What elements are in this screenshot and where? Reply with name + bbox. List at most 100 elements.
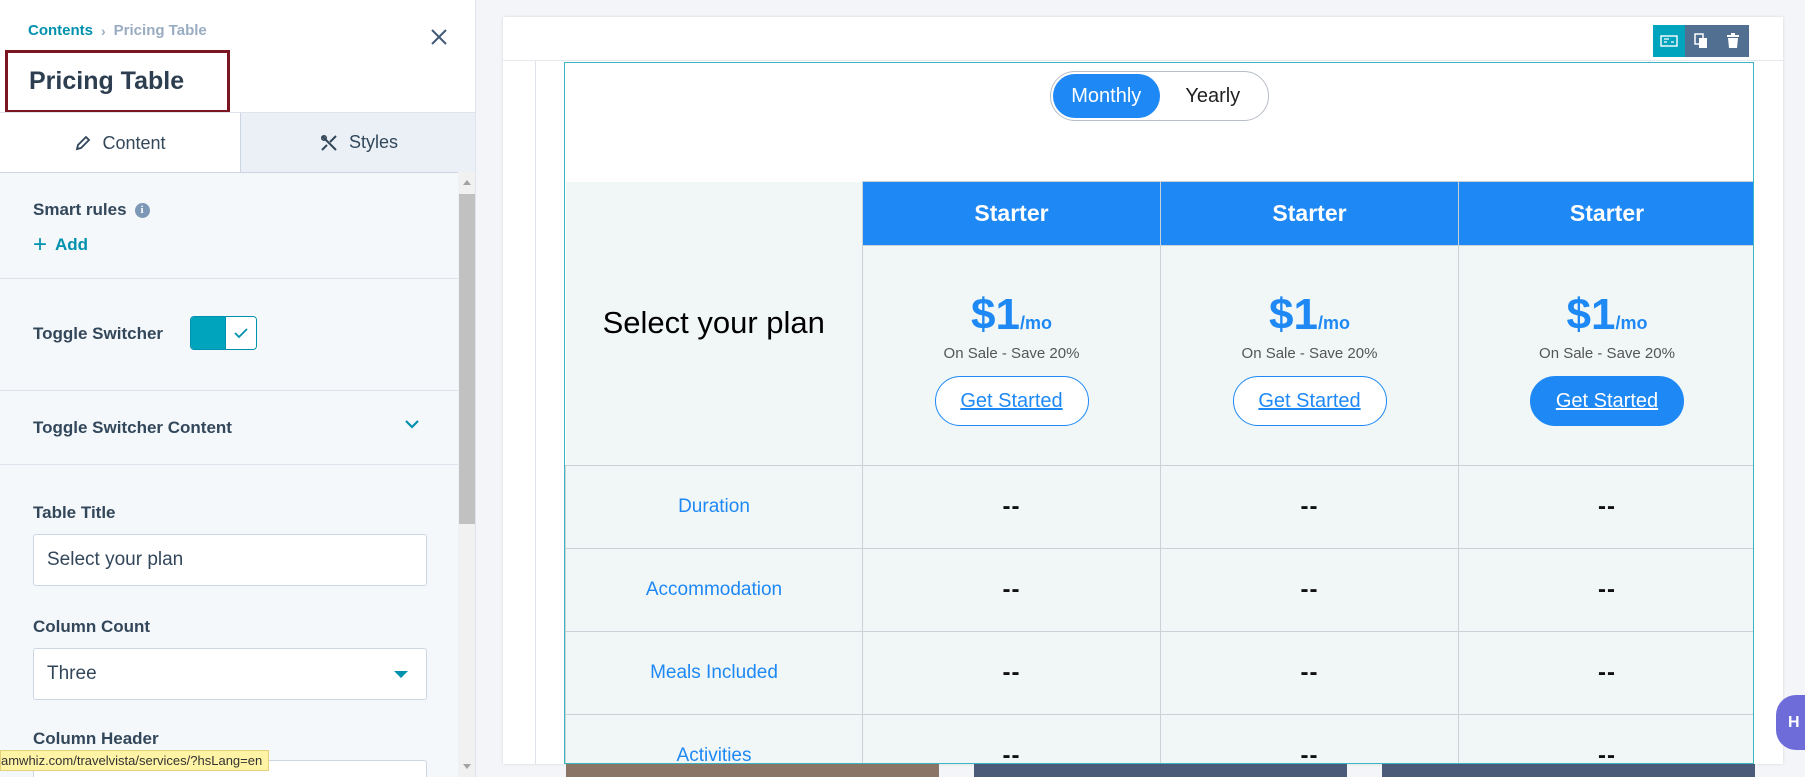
feature-name-cell: Activities <box>565 714 863 764</box>
toggle-track <box>191 317 225 349</box>
preview-top-section <box>503 17 1783 61</box>
feature-row: Accommodation -- -- -- <box>565 548 1753 632</box>
feature-name-cell: Duration <box>565 465 863 549</box>
feature-row: Duration -- -- -- <box>565 465 1753 549</box>
feature-name: Meals Included <box>650 662 778 683</box>
plan-sale-text: On Sale - Save 20% <box>1241 345 1378 362</box>
panel-title: Pricing Table <box>29 67 185 95</box>
image-strip <box>566 764 939 777</box>
tab-content[interactable]: Content <box>0 113 240 173</box>
styles-icon <box>320 134 337 151</box>
checkmark-icon <box>234 328 248 339</box>
feature-value: -- <box>1598 493 1616 520</box>
feature-value-cell: -- <box>862 631 1161 715</box>
column-count-value: Three <box>47 663 97 684</box>
panel-tabs: Content Styles <box>0 112 475 173</box>
panel-scrollbar[interactable] <box>458 172 475 777</box>
add-smart-rule-label: Add <box>55 235 89 254</box>
smart-rules-heading: Smart rules i <box>33 200 150 220</box>
feature-name-cell: Meals Included <box>565 631 863 715</box>
feature-value: -- <box>1598 742 1616 764</box>
toggle-knob <box>225 317 256 349</box>
toggle-switcher-content-section[interactable]: Toggle Switcher Content <box>0 391 458 465</box>
module-editor-panel: Contents › Pricing Table Pricing Table C… <box>0 0 476 777</box>
get-started-button[interactable]: Get Started <box>1530 376 1684 426</box>
plan-header: Starter <box>1160 181 1459 246</box>
feature-value: -- <box>1002 742 1021 764</box>
breadcrumb-contents-link[interactable]: Contents <box>28 22 93 39</box>
get-started-button[interactable]: Get Started <box>934 376 1089 426</box>
image-strip <box>974 764 1347 777</box>
tab-styles[interactable]: Styles <box>240 113 475 173</box>
panel-title-highlight: Pricing Table <box>5 50 230 113</box>
feature-value-cell: -- <box>1160 714 1459 764</box>
feature-value-cell: -- <box>1458 548 1753 632</box>
tab-styles-label: Styles <box>348 132 399 152</box>
toggle-switcher-toggle[interactable] <box>190 316 257 350</box>
table-title-input[interactable] <box>33 534 427 586</box>
breadcrumb-current: Pricing Table <box>113 22 207 39</box>
scroll-down-icon[interactable] <box>463 764 471 769</box>
caret-down-icon <box>394 671 408 678</box>
yearly-option[interactable]: Yearly <box>1160 74 1267 118</box>
feature-name-cell: Accommodation <box>565 548 863 632</box>
module-settings-icon <box>1660 35 1678 47</box>
column-count-select[interactable]: Three <box>33 648 427 700</box>
billing-period-switch[interactable]: Monthly Yearly <box>1050 71 1269 121</box>
pricing-table-title: Select your plan <box>602 305 825 341</box>
feature-value: -- <box>1300 659 1319 686</box>
feature-value: -- <box>1002 659 1021 686</box>
plan-header: Starter <box>862 181 1161 246</box>
feature-value-cell: -- <box>1160 631 1459 715</box>
module-edit-button[interactable] <box>1653 25 1685 57</box>
feature-value-cell: -- <box>1160 548 1459 632</box>
toggle-switcher-content-label: Toggle Switcher Content <box>33 418 232 437</box>
add-smart-rule-button[interactable]: + Add <box>33 233 88 257</box>
scrollbar-thumb[interactable] <box>459 194 475 524</box>
help-side-tab[interactable]: H <box>1776 695 1805 750</box>
module-toolbar <box>1653 25 1749 57</box>
panel-scroll-area[interactable]: Smart rules i + Add Toggle Switcher Togg… <box>0 172 458 777</box>
section-guide-line <box>535 61 536 764</box>
copy-icon <box>1694 33 1707 48</box>
feature-value: -- <box>1002 493 1021 520</box>
plan-price: $1/mo <box>971 290 1052 339</box>
feature-value-cell: -- <box>862 548 1161 632</box>
table-title-label: Table Title <box>33 503 116 522</box>
feature-value-cell: -- <box>862 465 1161 549</box>
info-icon[interactable]: i <box>134 202 150 218</box>
delete-module-button[interactable] <box>1717 25 1749 57</box>
feature-value: -- <box>1598 576 1616 603</box>
pricing-table-module[interactable]: Monthly Yearly Select your plan Starter … <box>564 62 1754 764</box>
pricing-table: Select your plan Starter Starter Starter… <box>565 181 1753 764</box>
feature-value-cell: -- <box>1458 714 1753 764</box>
feature-value-cell: -- <box>1458 631 1753 715</box>
toggle-switcher-label: Toggle Switcher <box>33 324 164 343</box>
plan-price-cell: $1/mo On Sale - Save 20% Get Started <box>862 245 1161 466</box>
page-preview: Monthly Yearly Select your plan Starter … <box>503 17 1783 764</box>
feature-name: Duration <box>678 496 750 517</box>
plus-icon: + <box>33 231 48 258</box>
feature-value-cell: -- <box>862 714 1161 764</box>
chevron-down-icon[interactable] <box>404 419 420 429</box>
clone-module-button[interactable] <box>1685 25 1717 57</box>
feature-row: Activities -- -- -- <box>565 714 1753 764</box>
plan-header: Starter <box>1458 181 1753 246</box>
table-title-cell: Select your plan <box>565 181 863 466</box>
feature-value: -- <box>1300 493 1319 520</box>
close-panel-button[interactable] <box>426 24 452 50</box>
scroll-up-icon[interactable] <box>463 180 471 185</box>
feature-value: -- <box>1300 742 1319 764</box>
get-started-button[interactable]: Get Started <box>1232 376 1387 426</box>
smart-rules-label: Smart rules <box>33 200 127 219</box>
monthly-option[interactable]: Monthly <box>1053 74 1160 118</box>
pencil-icon <box>76 135 91 151</box>
close-icon <box>431 29 447 45</box>
column-count-label: Column Count <box>33 617 151 636</box>
trash-icon <box>1727 33 1739 48</box>
plan-price: $1/mo <box>1566 290 1648 339</box>
feature-row: Meals Included -- -- -- <box>565 631 1753 715</box>
feature-value: -- <box>1002 576 1021 603</box>
feature-name: Activities <box>676 745 752 764</box>
feature-name: Accommodation <box>645 579 783 600</box>
